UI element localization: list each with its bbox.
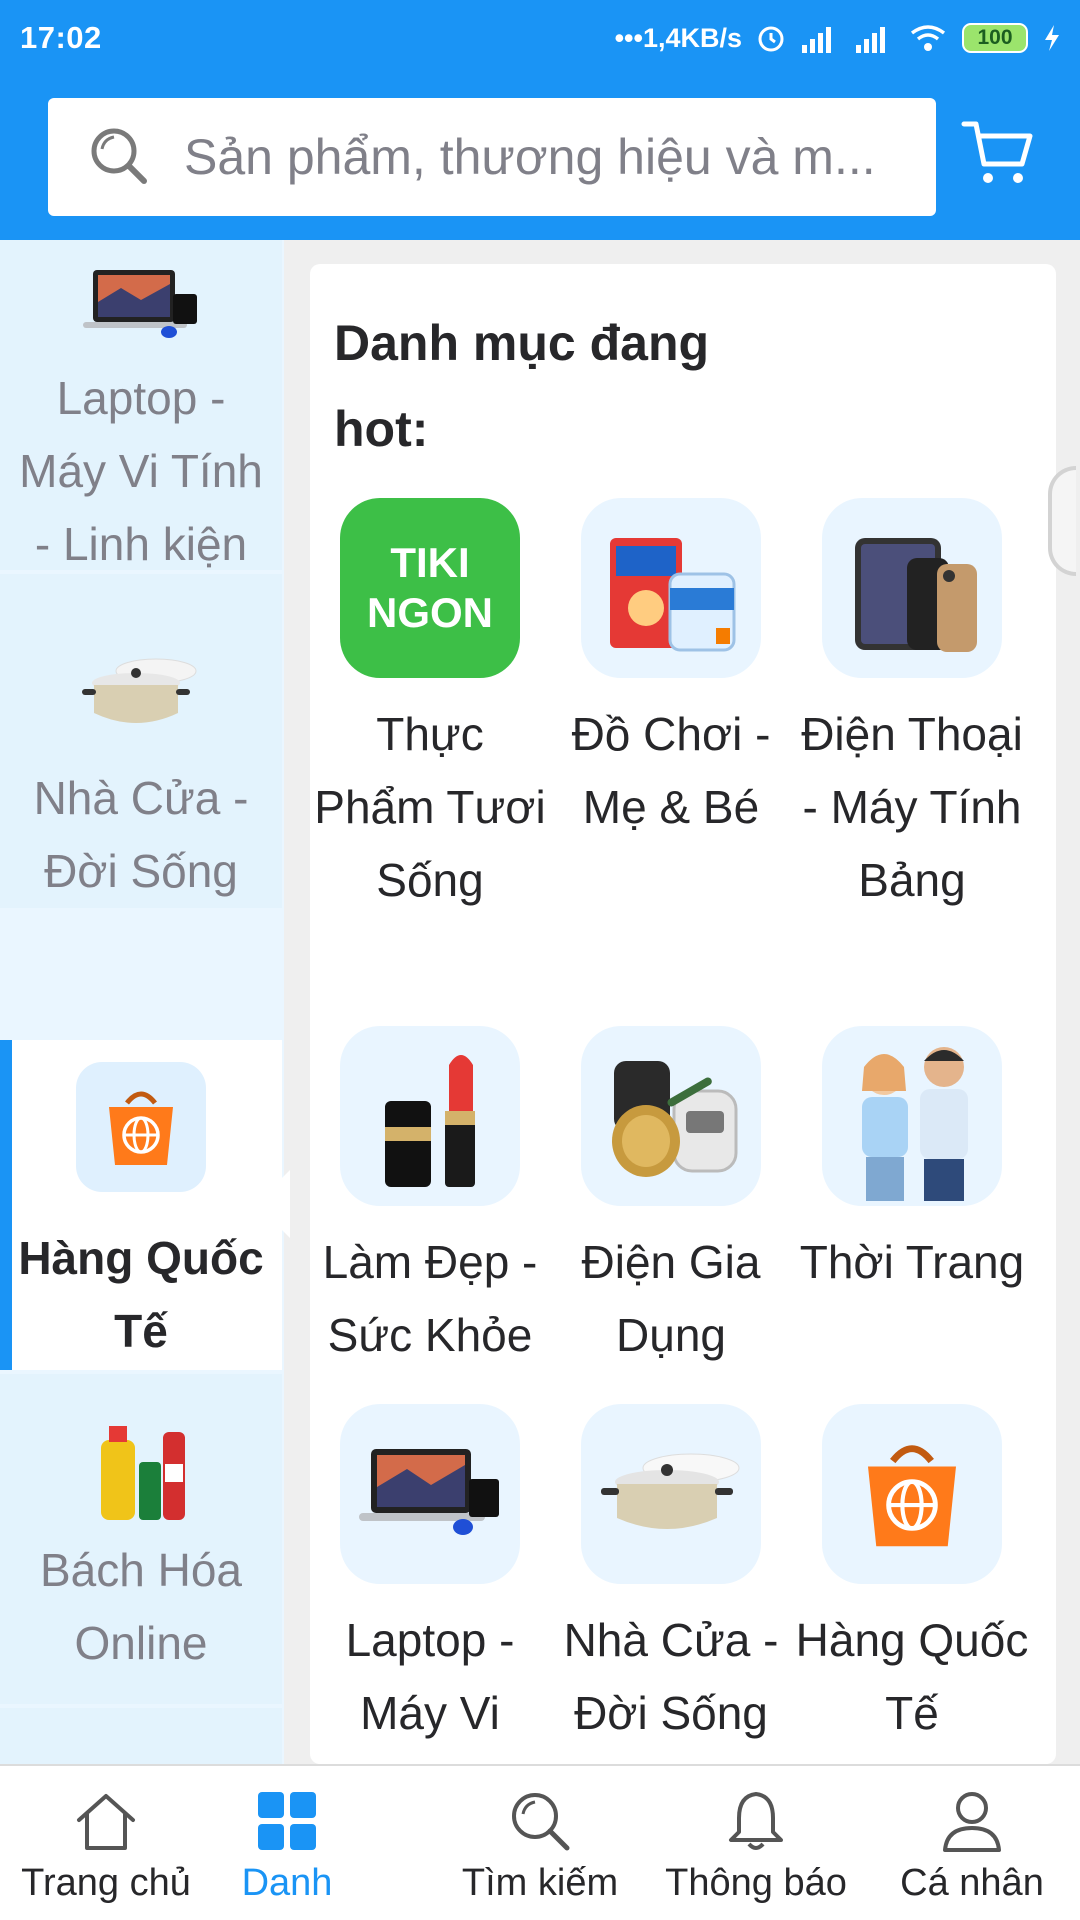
appliances-icon: [581, 1026, 761, 1206]
tiki-ngon-logo-text: TIKI NGON: [367, 539, 493, 636]
beauty-icon: [340, 1026, 520, 1206]
nav-search[interactable]: Tìm kiếm: [450, 1786, 630, 1905]
grocery-icon: [71, 1410, 211, 1530]
category-label: Laptop - Máy Vi: [345, 1614, 515, 1739]
signal-icon: [802, 27, 831, 53]
sidebar-item-label: Nhà Cửa - Đời Sống: [33, 772, 249, 897]
category-toys-baby[interactable]: Đồ Chơi - Mẹ & Bé: [551, 498, 791, 844]
sidebar-item-label: Hàng Quốc Tế: [18, 1232, 264, 1357]
user-icon: [943, 1792, 1001, 1852]
bell-icon: [729, 1792, 783, 1850]
edge-scroll-handle[interactable]: [1048, 466, 1076, 576]
cart-icon[interactable]: [960, 114, 1036, 190]
cookware-icon: [71, 634, 211, 752]
bottom-navigation: Trang chủ Danh Tìm kiếm Thông báo Cá nhâ…: [0, 1764, 1080, 1920]
section-title: Danh mục đang hot:: [334, 315, 710, 457]
search-icon: [512, 1793, 570, 1851]
category-label: Thời Trang: [799, 1236, 1025, 1288]
nav-categories[interactable]: Danh: [222, 1786, 352, 1905]
nav-label: Cá nhân: [900, 1862, 1044, 1904]
category-beauty-health[interactable]: Làm Đẹp - Sức Khỏe: [310, 1026, 550, 1372]
alarm-icon: [758, 26, 784, 52]
search-input[interactable]: Sản phẩm, thương hiệu và m...: [48, 98, 936, 216]
search-icon: [91, 128, 147, 184]
category-label: Làm Đẹp - Sức Khỏe: [322, 1236, 538, 1361]
category-label: Điện Thoại - Máy Tính Bảng: [801, 708, 1023, 906]
categories-icon: [258, 1792, 316, 1850]
nav-home[interactable]: Trang chủ: [16, 1786, 196, 1905]
category-phones-tablets[interactable]: Điện Thoại - Máy Tính Bảng: [792, 498, 1032, 917]
status-bar: 17:02 •••1,4KB/s 100: [0, 0, 1080, 76]
charging-icon: [1045, 25, 1059, 51]
baby-products-icon: [581, 498, 761, 678]
category-label: Hàng Quốc Tế: [795, 1614, 1029, 1739]
international-bag-icon: [822, 1404, 1002, 1584]
sidebar-item-label: Bách Hóa Online: [39, 1544, 242, 1669]
laptop-icon: [340, 1404, 520, 1584]
sidebar-item-laptop[interactable]: Laptop - Máy Vi Tính - Linh kiện: [0, 240, 282, 570]
category-home-living[interactable]: Nhà Cửa - Đời Sống: [551, 1404, 791, 1750]
nav-notifications[interactable]: Thông báo: [656, 1786, 856, 1905]
fashion-icon: [822, 1026, 1002, 1206]
category-label: Thực Phẩm Tươi Sống: [314, 708, 546, 906]
home-icon: [77, 1794, 135, 1850]
sidebar-item-label: Laptop - Máy Vi Tính - Linh kiện: [19, 372, 263, 570]
wifi-icon: [910, 25, 946, 51]
international-bag-icon: [76, 1062, 206, 1192]
category-fashion[interactable]: Thời Trang: [792, 1026, 1032, 1299]
category-fresh-food[interactable]: TIKI NGON Thực Phẩm Tươi Sống: [310, 498, 550, 917]
nav-profile[interactable]: Cá nhân: [882, 1786, 1062, 1905]
battery-indicator: 100: [962, 23, 1028, 53]
search-placeholder: Sản phẩm, thương hiệu và m...: [184, 129, 876, 185]
header: Sản phẩm, thương hiệu và m...: [0, 76, 1080, 240]
laptop-icon: [71, 262, 211, 342]
sidebar-item-grocery[interactable]: Bách Hóa Online: [0, 1374, 282, 1704]
status-time: 17:02: [20, 20, 102, 55]
nav-label: Danh: [241, 1862, 333, 1904]
nav-label: Thông báo: [665, 1862, 847, 1904]
category-label: Đồ Chơi - Mẹ & Bé: [571, 708, 771, 833]
sidebar-item-more[interactable]: [0, 1708, 282, 1764]
category-sidebar: Laptop - Máy Vi Tính - Linh kiện Nhà Cửa…: [0, 240, 284, 1764]
category-label: Điện Gia Dụng: [581, 1236, 761, 1361]
sidebar-item-international[interactable]: Hàng Quốc Tế: [0, 1040, 282, 1370]
sidebar-item-home-living[interactable]: Nhà Cửa - Đời Sống: [0, 574, 282, 908]
category-international[interactable]: Hàng Quốc Tế: [792, 1404, 1032, 1750]
network-speed: •••1,4KB/s: [614, 22, 742, 53]
phones-icon: [822, 498, 1002, 678]
category-home-appliances[interactable]: Điện Gia Dụng: [551, 1026, 791, 1372]
category-label: Nhà Cửa - Đời Sống: [563, 1614, 779, 1739]
nav-label: Trang chủ: [21, 1862, 191, 1904]
nav-label: Tìm kiếm: [461, 1862, 619, 1904]
cookware-icon: [581, 1404, 761, 1584]
category-laptop[interactable]: Laptop - Máy Vi: [310, 1404, 550, 1750]
signal-icon-2: [856, 27, 885, 53]
hot-categories-panel: Danh mục đang hot: TIKI NGON Thực Phẩm T…: [310, 264, 1056, 1764]
status-indicators: •••1,4KB/s 100: [615, 23, 1062, 54]
tiki-ngon-logo: TIKI NGON: [340, 498, 520, 678]
active-category-pointer: [256, 1170, 290, 1238]
active-category-indicator: [0, 1040, 12, 1370]
